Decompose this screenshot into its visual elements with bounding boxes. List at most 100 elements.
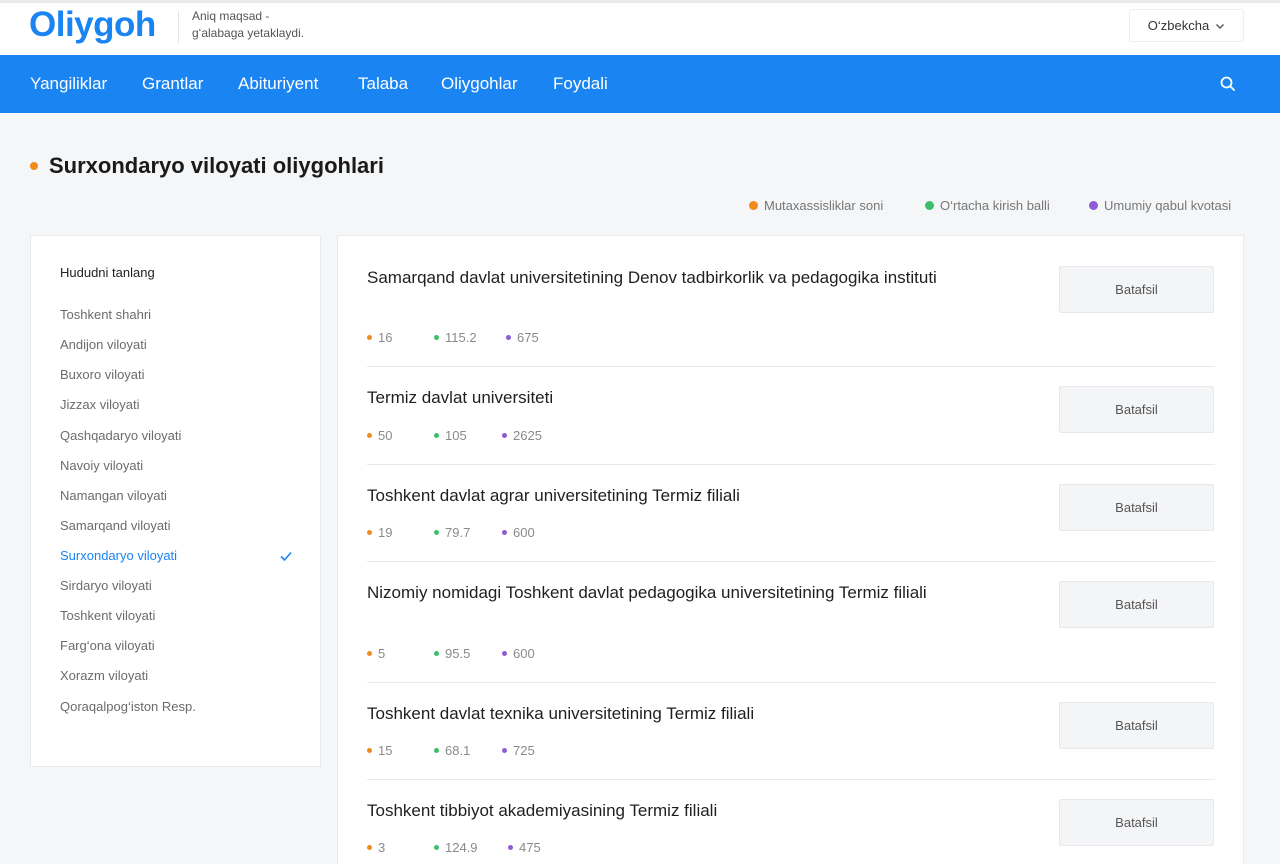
- stat-value: 600: [513, 646, 535, 661]
- stat-avg-score: 124.9: [434, 840, 508, 855]
- list-item: Toshkent davlat texnika universitetining…: [367, 683, 1215, 780]
- university-list: Samarqand davlat universitetining Denov …: [337, 235, 1244, 864]
- sidebar-item-qoraqalpogiston[interactable]: Qoraqalpog‘iston Resp.: [60, 699, 196, 714]
- stat-avg-score: 115.2: [434, 330, 506, 345]
- nav-item-yangiliklar[interactable]: Yangiliklar: [30, 55, 107, 113]
- stat-value: 725: [513, 743, 535, 758]
- sidebar-item-navoiy[interactable]: Navoiy viloyati: [60, 458, 143, 473]
- sidebar-item-andijon[interactable]: Andijon viloyati: [60, 337, 147, 352]
- dot-purple: [508, 845, 513, 850]
- legend-dot-purple: [1089, 201, 1098, 210]
- legend-specialties: Mutaxassisliklar soni: [749, 198, 883, 213]
- dot-purple: [502, 433, 507, 438]
- university-stats: 15 68.1 725: [367, 743, 535, 758]
- legend-label: O‘rtacha kirish balli: [940, 198, 1050, 213]
- sidebar-item-qashqadaryo[interactable]: Qashqadaryo viloyati: [60, 428, 181, 443]
- stat-value: 79.7: [445, 525, 471, 540]
- details-button[interactable]: Batafsil: [1059, 484, 1214, 531]
- university-name[interactable]: Toshkent davlat texnika universitetining…: [367, 702, 957, 725]
- stat-avg-score: 95.5: [434, 646, 502, 661]
- list-item: Nizomiy nomidagi Toshkent davlat pedagog…: [367, 562, 1215, 683]
- stat-specialties: 50: [367, 428, 434, 443]
- chevron-down-icon: [1216, 23, 1225, 29]
- university-name[interactable]: Termiz davlat universiteti: [367, 386, 957, 409]
- stat-value: 19: [378, 525, 393, 540]
- university-stats: 16 115.2 675: [367, 330, 539, 345]
- sidebar-item-fargona[interactable]: Farg‘ona viloyati: [60, 638, 155, 653]
- university-stats: 50 105 2625: [367, 428, 542, 443]
- sidebar-heading: Hududni tanlang: [60, 265, 155, 280]
- nav-item-foydali[interactable]: Foydali: [553, 55, 608, 113]
- details-button[interactable]: Batafsil: [1059, 581, 1214, 628]
- university-name[interactable]: Toshkent tibbiyot akademiyasining Termiz…: [367, 799, 957, 822]
- region-sidebar: Hududni tanlang Toshkent shahri Andijon …: [30, 235, 321, 767]
- dot-orange: [367, 530, 372, 535]
- legend-label: Mutaxassisliklar soni: [764, 198, 884, 213]
- stat-value: 5: [378, 646, 386, 661]
- stat-specialties: 15: [367, 743, 434, 758]
- dot-green: [434, 433, 439, 438]
- tagline-line-2: g‘alabaga yetaklaydi.: [192, 26, 305, 40]
- stat-value: 105: [445, 428, 467, 443]
- list-item: Toshkent davlat agrar universitetining T…: [367, 465, 1215, 562]
- university-stats: 3 124.9 475: [367, 840, 541, 855]
- list-item: Termiz davlat universiteti 50 105 2625 B…: [367, 367, 1215, 465]
- stat-quota: 725: [502, 743, 535, 758]
- stat-value: 675: [517, 330, 539, 345]
- sidebar-item-xorazm[interactable]: Xorazm viloyati: [60, 668, 148, 683]
- dot-purple: [502, 651, 507, 656]
- dot-orange: [367, 335, 372, 340]
- nav-item-grantlar[interactable]: Grantlar: [142, 55, 203, 113]
- dot-green: [434, 845, 439, 850]
- sidebar-item-samarqand[interactable]: Samarqand viloyati: [60, 518, 171, 533]
- dot-orange: [367, 651, 372, 656]
- sidebar-item-surxondaryo[interactable]: Surxondaryo viloyati: [60, 548, 177, 563]
- sidebar-item-toshkent-shahri[interactable]: Toshkent shahri: [60, 307, 151, 322]
- nav-item-talaba[interactable]: Talaba: [358, 55, 408, 113]
- legend-label: Umumiy qabul kvotasi: [1104, 198, 1232, 213]
- stat-value: 95.5: [445, 646, 471, 661]
- site-logo[interactable]: Oliygoh: [29, 5, 156, 45]
- legend-dot-orange: [749, 201, 758, 210]
- stat-value: 15: [378, 743, 393, 758]
- logo-divider: [178, 11, 179, 43]
- details-button[interactable]: Batafsil: [1059, 702, 1214, 749]
- sidebar-item-buxoro[interactable]: Buxoro viloyati: [60, 367, 145, 382]
- stat-avg-score: 68.1: [434, 743, 502, 758]
- university-name[interactable]: Nizomiy nomidagi Toshkent davlat pedagog…: [367, 581, 957, 604]
- page-title: Surxondaryo viloyati oliygohlari: [49, 153, 384, 178]
- top-header: Oliygoh Aniq maqsad - g‘alabaga yetaklay…: [0, 0, 1280, 55]
- dot-purple: [502, 530, 507, 535]
- dot-purple: [506, 335, 511, 340]
- legend-quota: Umumiy qabul kvotasi: [1089, 198, 1231, 213]
- check-icon: [280, 551, 292, 562]
- details-button[interactable]: Batafsil: [1059, 386, 1214, 433]
- university-name[interactable]: Samarqand davlat universitetining Denov …: [367, 266, 957, 289]
- dot-green: [434, 335, 439, 340]
- stat-value: 68.1: [445, 743, 471, 758]
- stat-quota: 2625: [502, 428, 542, 443]
- university-stats: 5 95.5 600: [367, 646, 535, 661]
- stat-quota: 600: [502, 646, 535, 661]
- sidebar-item-sirdaryo[interactable]: Sirdaryo viloyati: [60, 578, 152, 593]
- nav-item-oliygohlar[interactable]: Oliygohlar: [441, 55, 518, 113]
- sidebar-item-jizzax[interactable]: Jizzax viloyati: [60, 397, 139, 412]
- search-icon[interactable]: [1219, 75, 1237, 93]
- tagline-line-1: Aniq maqsad -: [192, 9, 270, 23]
- sidebar-item-toshkent-viloyati[interactable]: Toshkent viloyati: [60, 608, 155, 623]
- dot-purple: [502, 748, 507, 753]
- stat-specialties: 5: [367, 646, 434, 661]
- details-button[interactable]: Batafsil: [1059, 799, 1214, 846]
- details-button[interactable]: Batafsil: [1059, 266, 1214, 313]
- stat-value: 3: [378, 840, 386, 855]
- language-select[interactable]: O‘zbekcha: [1129, 9, 1244, 42]
- dot-orange: [367, 845, 372, 850]
- site-tagline: Aniq maqsad - g‘alabaga yetaklaydi.: [192, 8, 304, 42]
- dot-orange: [367, 433, 372, 438]
- dot-orange: [367, 748, 372, 753]
- sidebar-item-namangan[interactable]: Namangan viloyati: [60, 488, 167, 503]
- stat-avg-score: 79.7: [434, 525, 502, 540]
- university-name[interactable]: Toshkent davlat agrar universitetining T…: [367, 484, 957, 507]
- stat-specialties: 3: [367, 840, 434, 855]
- nav-item-abituriyent[interactable]: Abituriyent: [238, 55, 318, 113]
